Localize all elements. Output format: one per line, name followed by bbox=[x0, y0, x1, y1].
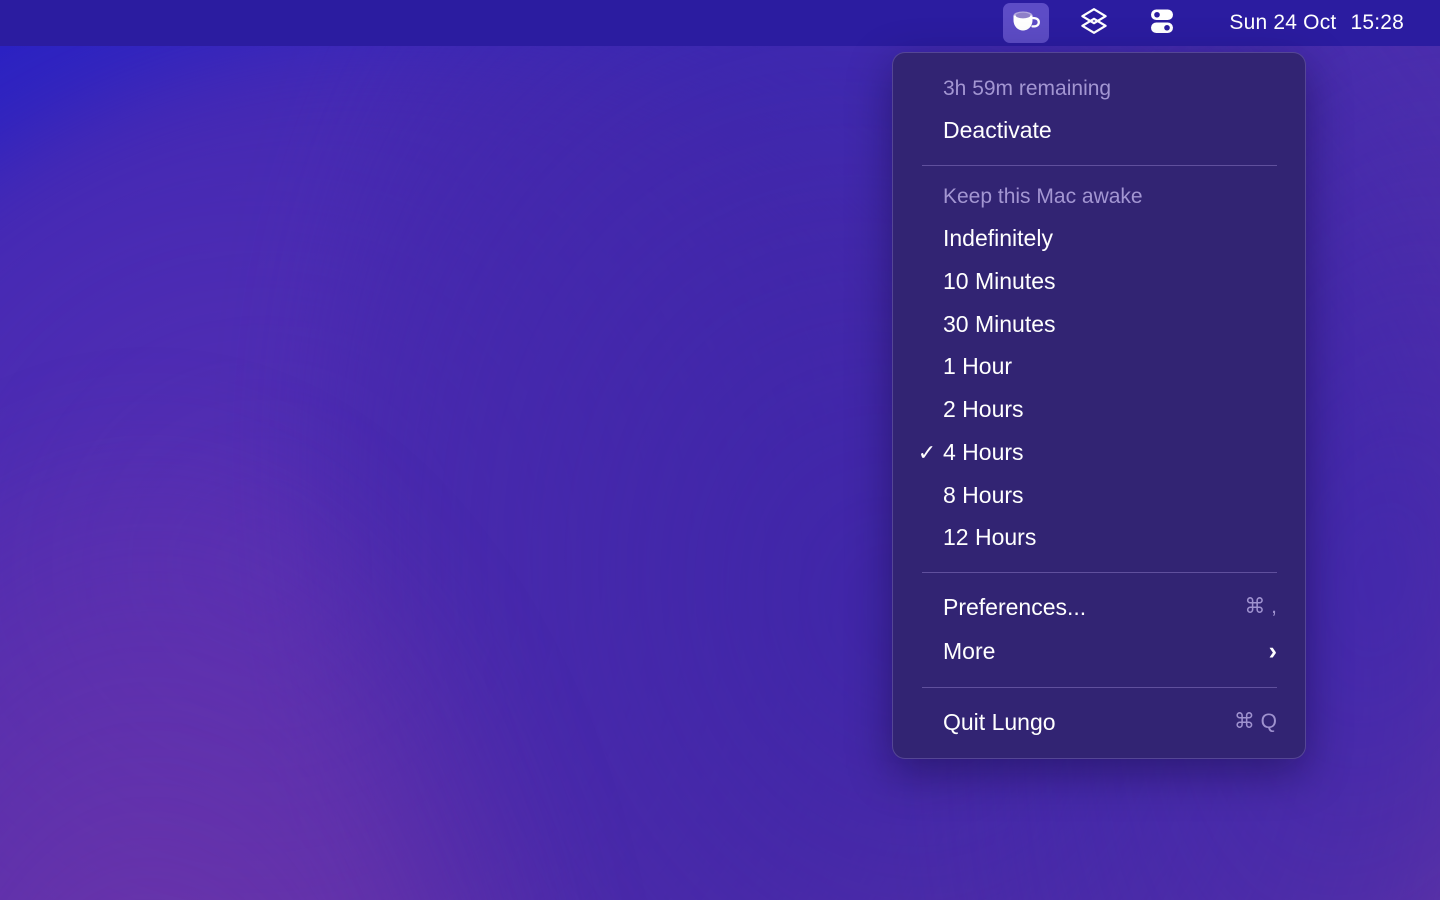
menu-item-8-hours[interactable]: 8 Hours bbox=[893, 474, 1305, 517]
menu-bar-time: 15:28 bbox=[1350, 11, 1404, 35]
menu-item-label: 4 Hours bbox=[943, 438, 1277, 467]
menu-item-indefinitely[interactable]: Indefinitely bbox=[893, 217, 1305, 260]
menu-bar: Sun 24 Oct 15:28 bbox=[0, 0, 1440, 46]
menu-item-deactivate[interactable]: Deactivate bbox=[893, 109, 1305, 152]
lungo-dropdown-menu: 3h 59m remaining Deactivate Keep this Ma… bbox=[892, 52, 1306, 759]
quit-shortcut: ⌘ Q bbox=[1234, 709, 1277, 735]
menu-item-label: 30 Minutes bbox=[943, 310, 1277, 339]
menu-bar-item-lungo[interactable] bbox=[1003, 3, 1049, 43]
remaining-time-label: 3h 59m remaining bbox=[893, 71, 1305, 109]
menu-item-label: 8 Hours bbox=[943, 481, 1277, 510]
menu-separator-middle bbox=[922, 572, 1277, 573]
menu-bar-date: Sun 24 Oct bbox=[1229, 11, 1336, 35]
menu-item-label: Indefinitely bbox=[943, 224, 1277, 253]
menu-separator-top bbox=[922, 165, 1277, 166]
menu-item-label: 10 Minutes bbox=[943, 267, 1277, 296]
menu-item-4-hours[interactable]: ✓ 4 Hours bbox=[893, 431, 1305, 474]
menu-item-1-hour[interactable]: 1 Hour bbox=[893, 345, 1305, 388]
menu-item-deactivate-label: Deactivate bbox=[943, 116, 1277, 145]
preferences-shortcut: ⌘ , bbox=[1244, 594, 1277, 620]
menu-item-quit-lungo[interactable]: Quit Lungo ⌘ Q bbox=[893, 701, 1305, 744]
menu-item-preferences[interactable]: Preferences... ⌘ , bbox=[893, 586, 1305, 629]
coffee-cup-icon bbox=[1011, 8, 1041, 39]
menu-bar-item-control-center[interactable] bbox=[1139, 3, 1185, 43]
menu-item-30-minutes[interactable]: 30 Minutes bbox=[893, 303, 1305, 346]
menu-item-10-minutes[interactable]: 10 Minutes bbox=[893, 260, 1305, 303]
menu-item-label: 12 Hours bbox=[943, 523, 1277, 552]
menu-item-more-label: More bbox=[943, 637, 1251, 666]
menu-item-quit-label: Quit Lungo bbox=[943, 708, 1216, 737]
menu-item-2-hours[interactable]: 2 Hours bbox=[893, 388, 1305, 431]
control-center-icon bbox=[1148, 6, 1176, 41]
menu-bar-item-layers[interactable] bbox=[1071, 3, 1117, 43]
menu-item-label: 2 Hours bbox=[943, 395, 1277, 424]
keep-awake-section-label: Keep this Mac awake bbox=[893, 179, 1305, 217]
menu-item-label: 1 Hour bbox=[943, 352, 1277, 381]
menu-bar-clock[interactable]: Sun 24 Oct 15:28 bbox=[1229, 11, 1404, 35]
menu-item-12-hours[interactable]: 12 Hours bbox=[893, 516, 1305, 559]
chevron-right-icon: › bbox=[1269, 636, 1277, 667]
menu-item-more[interactable]: More › bbox=[893, 629, 1305, 674]
layers-icon bbox=[1079, 6, 1109, 41]
menu-item-preferences-label: Preferences... bbox=[943, 593, 1226, 622]
checkmark-icon: ✓ bbox=[911, 439, 943, 467]
menu-separator-bottom bbox=[922, 687, 1277, 688]
